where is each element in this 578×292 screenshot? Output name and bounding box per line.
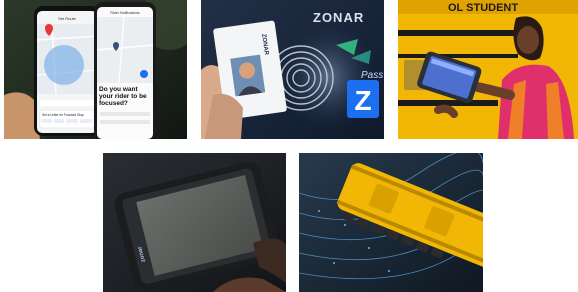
bus-text: OL STUDENT (448, 2, 518, 14)
image-tile-phone-app[interactable]: Set Route Set a Letter for Focused Stop … (4, 0, 187, 139)
badge-text: Pass (361, 70, 383, 81)
phone-app-photo: Set Route Set a Letter for Focused Stop … (4, 0, 187, 139)
right-phone-title: Rider Notifications (110, 11, 139, 15)
right-phone: Rider Notifications Do you want your rid… (94, 2, 156, 139)
image-tile-bus-aerial[interactable] (299, 153, 483, 292)
phone-prompt: Do you want your rider to be focused? (99, 86, 147, 106)
left-phone: Set Route Set a Letter for Focused Stop (34, 6, 100, 136)
reader-brand: ZONAR (313, 10, 364, 25)
image-tile-rugged-tablet[interactable]: zonar (103, 153, 286, 292)
phone-card-title: Set a Letter for Focused Stop (42, 113, 84, 117)
geofence-circle (44, 45, 84, 85)
rugged-tablet-photo: zonar (103, 153, 286, 292)
left-phone-title: Set Route (58, 16, 77, 21)
image-tile-zpass-card[interactable]: ZONAR Z Pass ZONAR (201, 0, 384, 139)
image-tile-bus-tablet[interactable]: OL STUDENT (398, 0, 578, 139)
bus-aerial-photo (299, 153, 483, 292)
bus-tablet-photo: OL STUDENT (398, 0, 578, 139)
location-button-icon (140, 70, 148, 78)
zpass-card-photo: ZONAR Z Pass ZONAR (201, 0, 384, 139)
badge-letter: Z (354, 85, 371, 116)
